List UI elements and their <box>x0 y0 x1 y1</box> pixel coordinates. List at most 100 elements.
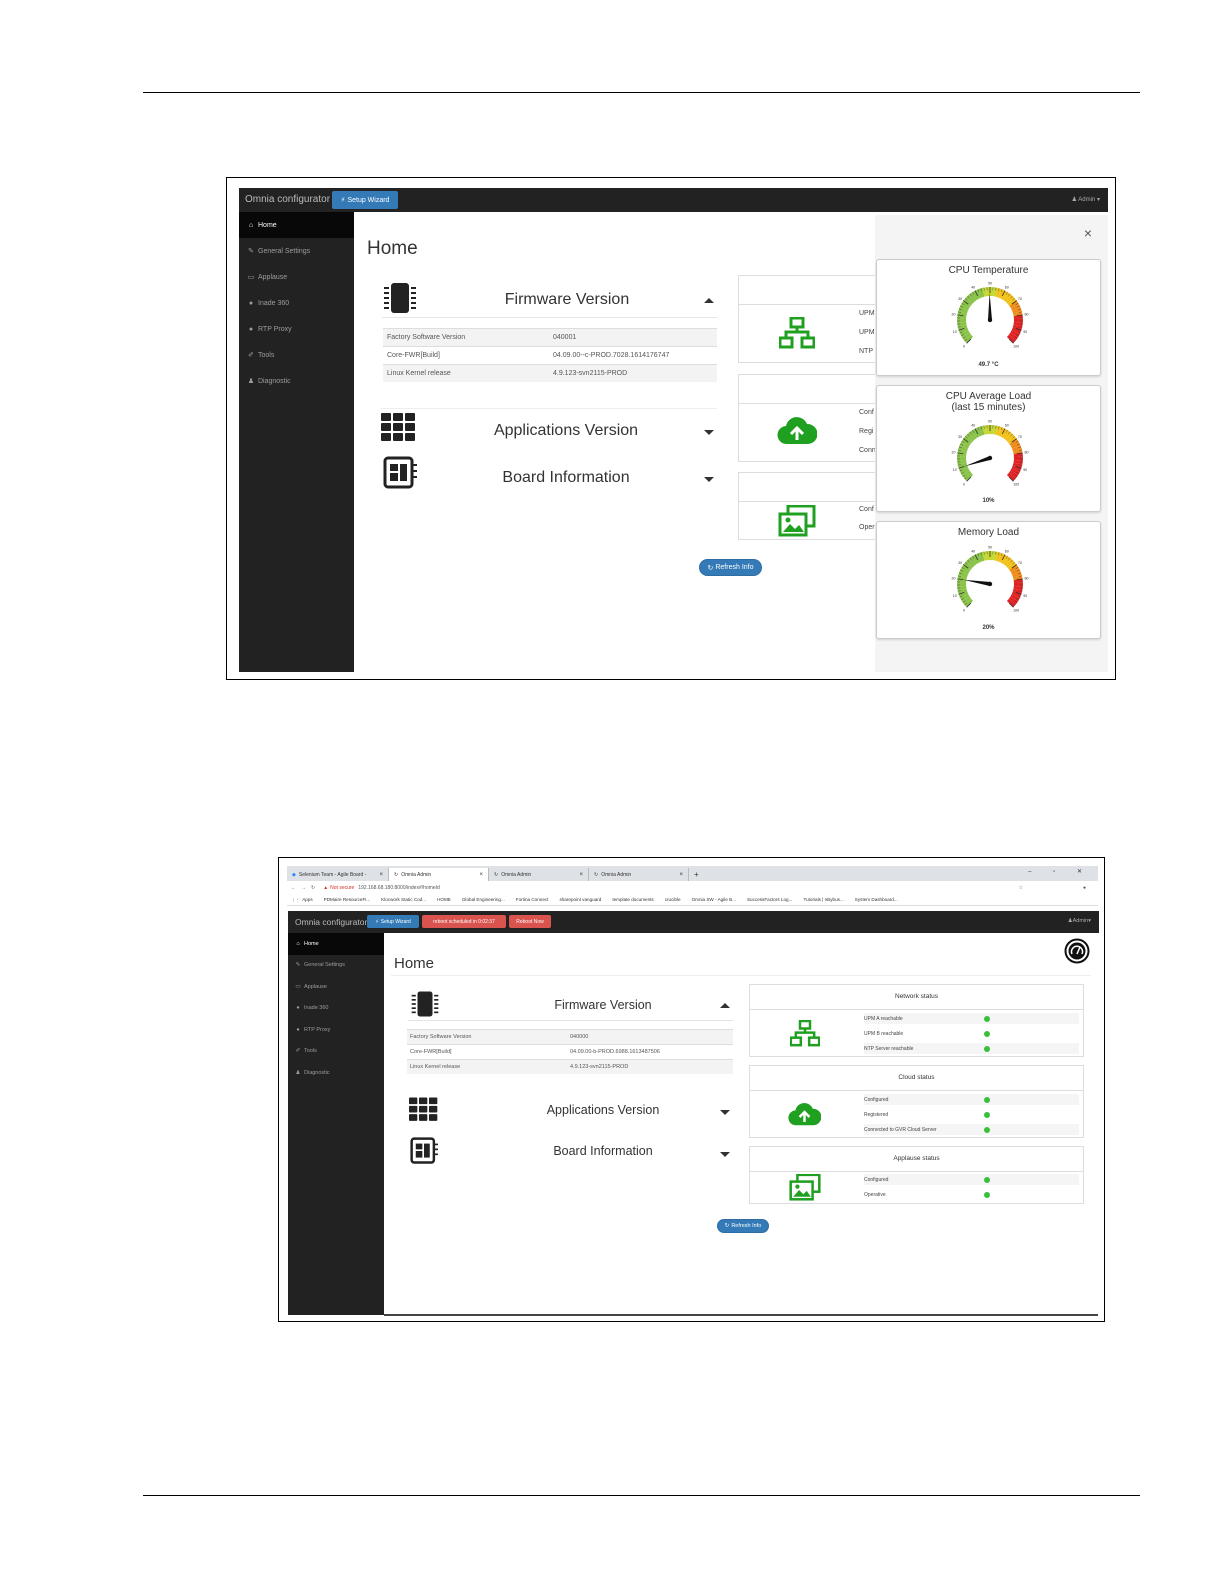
reboot-scheduled-badge[interactable]: reboot scheduled in 0:02:37 <box>422 915 506 928</box>
sidebar-item-inade-360[interactable]: ● Inade 360 <box>288 998 384 1020</box>
memory-load-card: Memory Load 0 10 20 30 40 50 60 70 80 90 100 20% <box>876 521 1101 639</box>
applications-panel-header[interactable]: Applications Version <box>408 1093 733 1125</box>
gauge-tick-label: 80 <box>1025 577 1029 581</box>
bookmark-item[interactable]: crucible <box>665 897 681 902</box>
gauge-tick-label: 60 <box>1005 286 1009 290</box>
gauge-tick-label: 100 <box>1013 609 1019 613</box>
star-icon[interactable]: ☆ <box>1018 885 1022 891</box>
gauge-tick-label: 10 <box>953 594 957 598</box>
address-bar[interactable]: ← → ↻ ▲ Not secure 192.168.68.180:8000/i… <box>287 881 1098 894</box>
sidebar-item-general-settings[interactable]: ✎ General Settings <box>288 955 384 977</box>
board-icon <box>383 456 417 489</box>
gauge-tick-label: 20 <box>951 313 955 317</box>
bookmark-item[interactable]: Omnia SW - Agile B... <box>692 897 736 902</box>
admin-menu[interactable]: ♟ Admin ▾ <box>1072 196 1100 203</box>
sidebar-item-applause[interactable]: ▭ Applause <box>239 264 354 290</box>
browser-tab[interactable]: ↻ Omnia Admin × <box>389 868 489 881</box>
back-icon[interactable]: ← <box>291 885 296 891</box>
board-icon <box>410 1137 438 1164</box>
table-row: Core-FWR[Build] 04.09.00-b-PROD.6988.1613… <box>407 1044 733 1060</box>
bookmark-item[interactable]: Klocwork Static Cod... <box>381 897 426 902</box>
sidebar-item-home[interactable]: ⌂ Home <box>288 933 384 955</box>
close-tab-icon[interactable]: × <box>379 872 383 878</box>
edit-icon: ✐ <box>295 1048 301 1055</box>
gauge-tick-label: 0 <box>963 609 965 613</box>
gauge-hub <box>987 455 993 461</box>
bookmark-item[interactable]: SuccessFactors Log... <box>747 897 792 902</box>
applications-panel-header[interactable]: Applications Version <box>381 408 717 446</box>
sidebar-item-tools[interactable]: ✐ Tools <box>239 342 354 368</box>
applause-status-panel: Applause status Configured Operative <box>749 1146 1084 1204</box>
url-text[interactable]: 192.168.68.180:8000/index#/homeId <box>358 885 439 891</box>
sidebar-item-diagnostic[interactable]: ♟ Diagnostic <box>288 1062 384 1084</box>
loading-icon: ↻ <box>494 871 499 878</box>
admin-menu[interactable]: ♟Admin▾ <box>1068 918 1091 924</box>
page-title: Home <box>394 955 435 972</box>
gauge-tick-label: 100 <box>1013 345 1019 349</box>
cloud-status-panel: Conf Regi Conn <box>738 374 888 462</box>
bookmark-item[interactable]: Apps <box>302 897 312 902</box>
close-tab-icon[interactable]: × <box>679 872 683 878</box>
gauge-hub <box>987 581 993 587</box>
sidebar-item-inade-360[interactable]: ● Inade 360 <box>239 290 354 316</box>
board-panel-header[interactable]: Board Information <box>408 1135 733 1167</box>
wrench-icon: ✎ <box>295 962 301 969</box>
new-tab-button[interactable]: + <box>689 868 704 881</box>
status-row: UPM B reachable <box>864 1028 1079 1039</box>
setup-wizard-button[interactable]: ⚡ Setup Wizard <box>367 915 419 928</box>
bookmark-item[interactable]: HOME <box>437 897 451 902</box>
reboot-now-button[interactable]: Reboot Now <box>509 915 551 928</box>
home-icon: ⌂ <box>296 940 300 947</box>
window-controls[interactable]: – ▫ ✕ <box>1028 868 1092 875</box>
firmware-panel-header[interactable]: Firmware Version <box>382 280 717 318</box>
close-tab-icon[interactable]: × <box>579 872 583 878</box>
profile-icon[interactable]: ● <box>1083 885 1086 891</box>
gauge-hub <box>987 317 993 323</box>
sidebar-item-rtp-proxy[interactable]: ● RTP Proxy <box>239 316 354 342</box>
network-icon <box>790 1020 820 1047</box>
sidebar-item-rtp-proxy[interactable]: ● RTP Proxy <box>288 1019 384 1041</box>
gauge-tick-label: 40 <box>971 550 975 554</box>
gauge-tick-label: 40 <box>971 286 975 290</box>
footer-rule <box>143 1495 1140 1496</box>
browser-tab[interactable]: ↻ Omnia Admin × <box>489 868 589 881</box>
bookmark-item[interactable]: System Dashboard... <box>855 897 898 902</box>
bookmarks-bar: ⋮⋮ Apps PDMaire ResourceFi... Klocwork S… <box>287 894 1098 906</box>
sidebar-item-tools[interactable]: ✐ Tools <box>288 1041 384 1063</box>
browser-tab[interactable]: ↻ Omnia Admin × <box>589 868 689 881</box>
sidebar-item-general-settings[interactable]: ✎ General Settings <box>239 238 354 264</box>
bookmark-item[interactable]: Global Engineering... <box>462 897 505 902</box>
gauge-tick-label: 70 <box>1018 435 1022 439</box>
bookmark-item[interactable]: PDMaire ResourceFi... <box>324 897 370 902</box>
board-panel-header[interactable]: Board Information <box>381 456 717 492</box>
gauge-tick-label: 30 <box>958 561 962 565</box>
apps-icon: ⋮⋮ <box>291 896 301 902</box>
sidebar-item-diagnostic[interactable]: ♟ Diagnostic <box>239 368 354 394</box>
brand-label[interactable]: Omnia configurator <box>245 194 330 205</box>
caret-down-icon: ▾ <box>1088 918 1091 924</box>
forward-icon[interactable]: → <box>301 885 306 891</box>
bookmark-item[interactable]: Tutorials | nBybus... <box>803 897 843 902</box>
refresh-info-button[interactable]: ↻ Refresh Info <box>717 1219 769 1233</box>
images-icon <box>778 505 816 537</box>
applications-title: Applications Version <box>546 1103 660 1117</box>
bookmark-item[interactable]: sharepoint vanguard <box>559 897 601 902</box>
circle-icon: ● <box>296 1005 300 1012</box>
sidebar-item-home[interactable]: ⌂ Home <box>239 212 354 238</box>
close-tab-icon[interactable]: × <box>479 872 483 878</box>
setup-wizard-button[interactable]: ⚡ Setup Wizard <box>332 191 398 209</box>
close-icon[interactable]: × <box>1084 225 1092 241</box>
sidebar-item-applause[interactable]: ▭ Applause <box>288 976 384 998</box>
dashboard-gauge-icon[interactable] <box>1064 938 1090 964</box>
status-ok-icon <box>984 1176 990 1183</box>
bookmark-item[interactable]: template documents <box>612 897 653 902</box>
refresh-info-button[interactable]: ↻ Refresh Info <box>699 559 762 576</box>
firmware-panel-header[interactable]: Firmware Version <box>408 987 733 1021</box>
gauge-tick-label: 10 <box>953 468 957 472</box>
browser-tab[interactable]: ◆ Selenium Team - Agile Board - × <box>287 868 389 881</box>
bookmark-item[interactable]: Fortina Connect <box>516 897 549 902</box>
brand-label[interactable]: Omnia configurator <box>295 917 367 927</box>
user-icon: ♟ <box>295 1069 301 1076</box>
reload-icon[interactable]: ↻ <box>311 885 315 891</box>
top-navbar: Omnia configurator ⚡ Setup Wizard reboot … <box>288 911 1099 933</box>
